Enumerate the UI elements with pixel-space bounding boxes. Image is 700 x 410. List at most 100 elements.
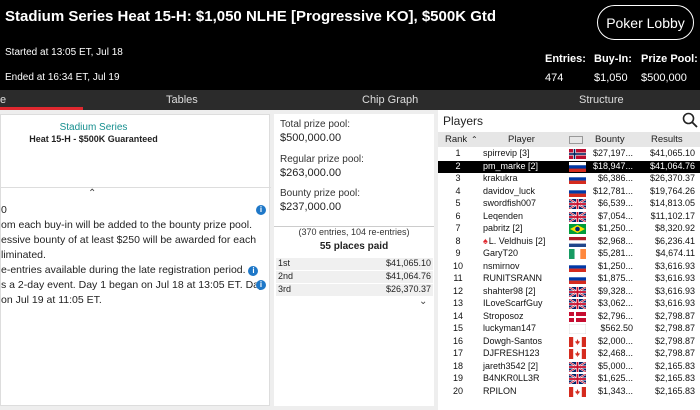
player-name-cell: Stroposoz <box>483 311 524 321</box>
player-row[interactable]: 14 Stroposoz $2,796... $2,798.87 <box>438 311 700 323</box>
tournament-info-card: Stadium Series Heat 15-H - $500K Guarant… <box>0 114 271 406</box>
description-line: 0 <box>1 204 7 216</box>
player-name-cell: ♠L. Veldhuis [2] <box>483 236 545 246</box>
player-name: luckyman147 <box>483 323 537 333</box>
player-result: $3,616.93 <box>654 285 695 296</box>
players-title: Players <box>443 114 484 128</box>
player-row[interactable]: 19 B4NKR0LL3R $1,625... $2,165.83 <box>438 373 700 385</box>
player-row[interactable]: 2 pm_marke [2] $18,947... $41,064.76 <box>438 160 700 173</box>
player-bounty: $5,000... <box>597 360 633 371</box>
poker-lobby-button[interactable]: Poker Lobby <box>597 5 694 40</box>
chevron-down-icon[interactable]: ⌄ <box>419 296 427 307</box>
player-name-cell: DJFRESH123 <box>483 348 540 358</box>
player-row[interactable]: 11 RUNITSRANN $1,875... $3,616.93 <box>438 273 700 285</box>
player-rank: 3 <box>455 173 461 183</box>
player-name-cell: swordfish007 <box>483 198 536 208</box>
dk-flag-icon <box>569 311 586 322</box>
player-bounty: $18,947... <box>592 160 633 171</box>
player-result: $41,065.10 <box>649 148 695 158</box>
description-line: s a 2-day event. Day 1 began on Jul 18 a… <box>1 278 264 293</box>
player-row[interactable]: 4 davidov_luck $12,781... $19,764.26 <box>438 186 700 198</box>
player-rank: 10 <box>452 260 463 271</box>
player-row[interactable]: 20 RPILON $1,343... $2,165.83 <box>438 386 700 398</box>
player-bounty: $6,539... <box>597 198 633 208</box>
player-result: $2,798.87 <box>654 335 695 346</box>
player-name: RPILON <box>483 385 517 396</box>
player-row[interactable]: 9 GaryT20 $5,281... $4,674.11 <box>438 248 700 260</box>
payout-amount: $41,064.76 <box>385 271 431 281</box>
player-row[interactable]: 5 swordfish007 $6,539... $14,813.05 <box>438 198 700 210</box>
ca-flag-icon <box>569 386 586 397</box>
player-name-cell: B4NKR0LL3R <box>483 373 540 383</box>
places-paid: 55 places paid <box>319 241 389 252</box>
player-result: $8,320.92 <box>654 223 695 233</box>
ru-flag-icon <box>569 274 586 284</box>
payout-row: 3rd $26,370.37 <box>276 284 433 296</box>
player-bounty: $3,062... <box>597 298 633 308</box>
tab-chip-graph[interactable]: Chip Graph <box>362 90 418 110</box>
main-content: Stadium Series Heat 15-H - $500K Guarant… <box>0 110 700 410</box>
player-row[interactable]: 6 Leqenden $7,054... $11,102.17 <box>438 211 700 223</box>
br-flag-icon <box>569 224 586 234</box>
player-name: spirrevip [3] <box>483 148 530 158</box>
description-line: on Jul 19 at 11:05 ET. <box>1 294 102 306</box>
no-flag-icon <box>569 149 586 159</box>
player-result: $2,165.83 <box>654 360 695 371</box>
tab-structure[interactable]: Structure <box>579 90 624 110</box>
player-row[interactable]: 3 krakukra $6,386... $26,370.37 <box>438 173 700 185</box>
player-header[interactable]: Player <box>508 134 535 145</box>
player-row[interactable]: 1 spirrevip [3] $27,197... $41,065.10 <box>438 148 700 160</box>
flag-header-icon[interactable] <box>569 136 583 144</box>
player-bounty: $12,781... <box>592 185 633 196</box>
player-rank: 16 <box>452 335 463 346</box>
description-text: e-entries available during the late regi… <box>1 264 246 276</box>
player-row[interactable]: 16 Dowgh-Santos $2,000... $2,798.87 <box>438 336 700 348</box>
collapse-toggle[interactable]: ⌃ <box>1 187 271 199</box>
info-icon[interactable]: i <box>256 280 266 290</box>
player-result: $2,798.87 <box>654 310 695 321</box>
info-icon[interactable]: i <box>248 266 259 276</box>
player-name-cell: jareth3542 [2] <box>483 361 538 371</box>
player-rank: 14 <box>452 310 463 321</box>
player-name: pm_marke [2] <box>483 160 539 171</box>
player-result: $11,102.17 <box>650 210 695 221</box>
rank-header[interactable]: Rank <box>445 134 467 145</box>
team-pro-icon: ♠ <box>483 235 488 246</box>
player-rank: 6 <box>455 210 461 221</box>
ca-flag-icon <box>569 336 586 347</box>
bounty-header[interactable]: Bounty <box>595 134 625 145</box>
player-row[interactable]: 18 jareth3542 [2] $5,000... $2,165.83 <box>438 361 700 373</box>
player-result: $2,165.83 <box>654 373 695 383</box>
player-name-cell: RUNITSRANN <box>483 273 542 283</box>
player-row[interactable]: 10 nsmirnov $1,250... $3,616.93 <box>438 261 700 273</box>
player-row[interactable]: 13 ILoveScarfGuy $3,062... $3,616.93 <box>438 298 700 310</box>
player-bounty: $5,281... <box>597 248 633 258</box>
player-row[interactable]: 7 pabritz [2] $1,250... $8,320.92 <box>438 223 700 235</box>
player-bounty: $2,968... <box>597 235 633 246</box>
results-header[interactable]: Results <box>651 134 683 145</box>
total-prize-value: $500,000.00 <box>280 132 342 144</box>
player-bounty: $2,468... <box>597 348 633 358</box>
buyin-value: $1,050 <box>594 72 628 84</box>
player-result: $4,674.11 <box>655 248 695 258</box>
end-time: Ended at 16:34 ET, Jul 19 <box>5 72 120 83</box>
player-bounty: $1,250... <box>597 260 633 271</box>
player-rank: 17 <box>452 348 463 358</box>
ca-flag-icon <box>569 349 586 359</box>
player-name: RUNITSRANN <box>483 273 543 283</box>
player-bounty: $9,328... <box>597 285 633 296</box>
info-icon[interactable]: i <box>256 205 266 215</box>
description-line: essive bounty of at least $250 will be a… <box>1 234 257 246</box>
player-row[interactable]: 15 luckyman147 $562.50 $2,798.87 <box>438 323 700 335</box>
payout-place: 3rd <box>278 284 292 294</box>
player-row[interactable]: 12 shahter98 [2] $9,328... $3,616.93 <box>438 286 700 298</box>
player-row[interactable]: 17 DJFRESH123 $2,468... $2,798.87 <box>438 348 700 360</box>
chevron-up-icon[interactable]: ⌃ <box>88 188 96 200</box>
tab-tables[interactable]: Tables <box>166 90 198 110</box>
player-row[interactable]: 8 ♠L. Veldhuis [2] $2,968... $6,236.41 <box>438 236 700 248</box>
search-icon[interactable] <box>682 112 698 128</box>
player-name: DJFRESH123 <box>483 348 540 358</box>
sort-asc-icon[interactable]: ⌃ <box>471 135 478 144</box>
ru-flag-icon <box>569 261 586 272</box>
player-bounty: $1,625... <box>597 373 633 383</box>
